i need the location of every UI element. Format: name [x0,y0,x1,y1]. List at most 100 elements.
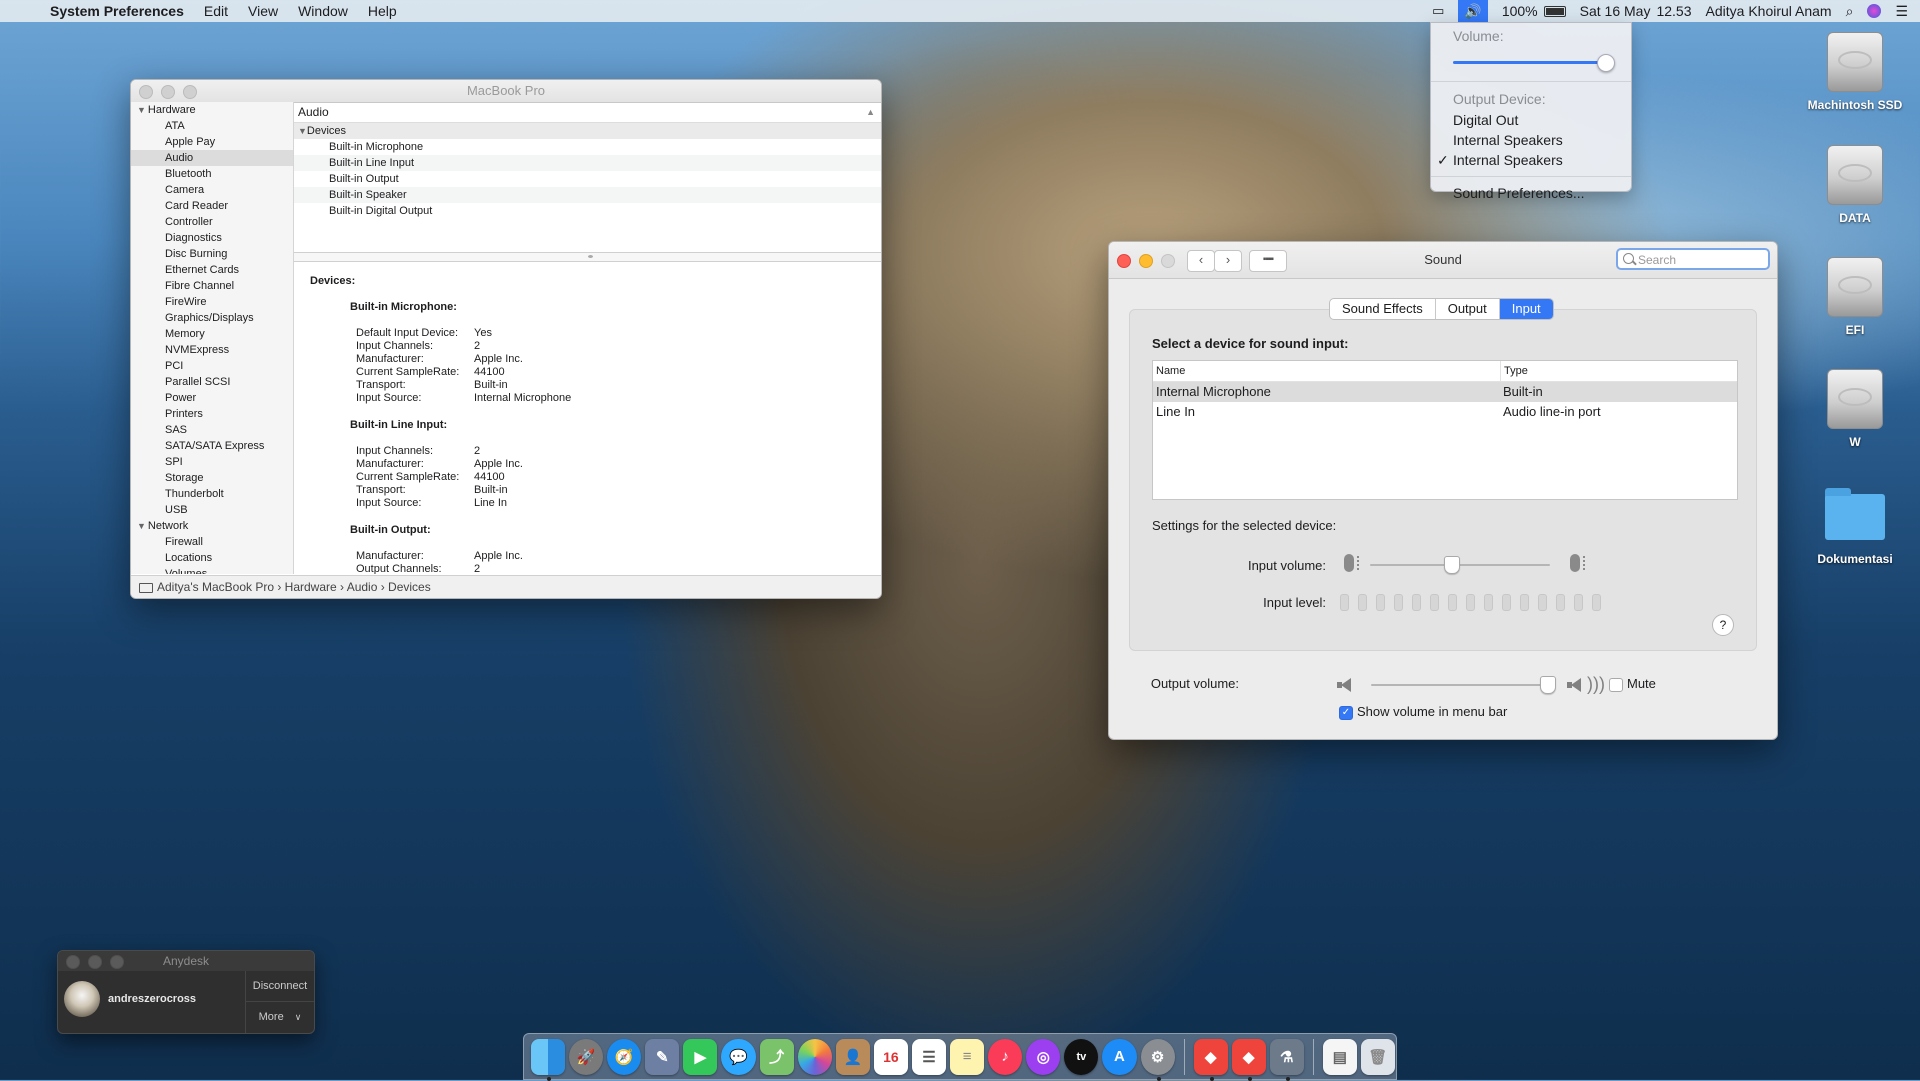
output-volume-knob[interactable] [1540,676,1557,694]
preview-icon[interactable]: ✎ [645,1038,680,1075]
zoom-button[interactable] [1161,254,1175,268]
device-digital-out[interactable]: Digital Out [1431,110,1631,130]
sidebar-item[interactable]: Power [131,390,293,406]
back-button[interactable]: ‹ [1187,250,1215,272]
status-path[interactable]: Aditya's MacBook Pro › Hardware › Audio … [157,580,431,594]
show-volume-checkbox[interactable]: ✓ [1339,706,1353,720]
sidebar-item[interactable]: Volumes [131,566,293,574]
menu-user[interactable]: Aditya Khoirul Anam [1706,3,1832,19]
sidebar-item[interactable]: ATA [131,118,293,134]
desktop-drive-efi[interactable]: EFI [1795,257,1915,337]
tab-sound-effects[interactable]: Sound Effects [1330,299,1436,319]
launchpad-icon[interactable]: 🚀 [569,1038,604,1075]
minimize-button[interactable] [1139,254,1153,268]
zoom-button[interactable] [183,85,197,99]
sidebar-item[interactable]: Printers [131,406,293,422]
more-button[interactable]: More ∨ [246,1002,314,1032]
tab-output[interactable]: Output [1436,299,1500,319]
minimize-button[interactable] [161,85,175,99]
desktop-folder-dokumentasi[interactable]: Dokumentasi [1795,488,1915,566]
table-row[interactable]: Line In Audio line-in port [1153,402,1737,422]
music-icon[interactable]: ♪ [988,1038,1023,1075]
tab-input[interactable]: Input [1499,299,1553,319]
column-name[interactable]: Name [1153,361,1501,381]
spotlight-icon[interactable]: ⌕ [1846,3,1854,20]
input-volume-slider[interactable] [1370,564,1550,566]
maps-icon[interactable]: ⤴ [759,1038,794,1075]
sidebar-item[interactable]: Controller [131,214,293,230]
disconnect-button[interactable]: Disconnect [246,971,314,1002]
sidebar-item[interactable]: Bluetooth [131,166,293,182]
sidebar-group-network[interactable]: ▼ Network [131,518,293,534]
input-volume-knob[interactable] [1444,556,1460,574]
desktop-drive-machintosh-ssd[interactable]: Machintosh SSD [1795,32,1915,112]
minimize-button[interactable] [88,955,102,969]
sidebar-item[interactable]: Thunderbolt [131,486,293,502]
battery-icon[interactable] [1543,5,1566,17]
documents-icon[interactable]: ▤ [1322,1038,1357,1075]
tree-item[interactable]: Built-in Line Input [294,155,881,171]
sidebar-item[interactable]: SAS [131,422,293,438]
sound-preferences-item[interactable]: Sound Preferences... [1431,183,1631,203]
sidebar-item[interactable]: Disc Burning [131,246,293,262]
trash-icon[interactable]: 🗑 [1360,1038,1395,1075]
tree-item[interactable]: Built-in Output [294,171,881,187]
sidebar-item[interactable]: Memory [131,326,293,342]
sidebar-item[interactable]: SATA/SATA Express [131,438,293,454]
messages-icon[interactable]: 💬 [721,1038,756,1075]
volume-menu-icon[interactable]: 🔊 [1458,0,1488,22]
screen-mirroring-icon[interactable]: ▭ [1432,3,1444,19]
finder-icon[interactable] [531,1038,566,1081]
calendar-icon[interactable]: 16 [873,1038,908,1075]
tree-group-devices[interactable]: ▼Devices [294,123,881,139]
tree-item[interactable]: Built-in Speaker [294,187,881,203]
automator-icon[interactable]: ⚗ [1269,1038,1304,1081]
anydesk-secondary-icon[interactable]: ◆ [1231,1038,1266,1081]
sidebar-item[interactable]: Fibre Channel [131,278,293,294]
table-row[interactable]: Internal Microphone Built-in [1153,382,1737,402]
notes-icon[interactable]: ≡ [950,1038,985,1075]
zoom-button[interactable] [110,955,124,969]
volume-knob[interactable] [1597,54,1615,72]
sidebar-item[interactable]: Parallel SCSI [131,374,293,390]
column-type[interactable]: Type [1501,361,1528,381]
photos-icon[interactable] [797,1038,832,1075]
sidebar-item[interactable]: NVMExpress [131,342,293,358]
tree-item[interactable]: Built-in Digital Output [294,203,881,219]
menu-edit[interactable]: Edit [204,3,228,19]
menu-app-name[interactable]: System Preferences [50,3,184,19]
app-store-icon[interactable]: A [1102,1038,1137,1075]
siri-icon[interactable] [1867,4,1882,18]
menu-date[interactable]: Sat 16 May [1580,3,1651,19]
show-all-grid-icon[interactable]: ▪▪▪▪ [1249,250,1287,272]
sidebar-item[interactable]: Apple Pay [131,134,293,150]
menu-view[interactable]: View [248,3,278,19]
tv-icon[interactable]: tv [1064,1038,1099,1075]
menu-help[interactable]: Help [368,3,397,19]
mute-checkbox[interactable] [1609,678,1623,692]
close-button[interactable] [66,955,80,969]
notification-center-icon[interactable]: ☰ [1895,3,1908,20]
sidebar-item[interactable]: Firewall [131,534,293,550]
sidebar-item[interactable]: Storage [131,470,293,486]
sysinfo-titlebar[interactable]: MacBook Pro [131,80,881,103]
sidebar-item[interactable]: Diagnostics [131,230,293,246]
sound-titlebar[interactable]: ‹ › ▪▪▪▪ Sound Search [1109,242,1777,279]
device-internal-speakers-selected[interactable]: ✓ Internal Speakers [1431,150,1631,170]
podcasts-icon[interactable]: ◎ [1026,1038,1061,1075]
safari-icon[interactable]: 🧭 [607,1038,642,1075]
system-preferences-icon[interactable]: ⚙ [1140,1038,1175,1081]
menu-window[interactable]: Window [298,3,348,19]
volume-slider[interactable] [1453,53,1615,73]
facetime-icon[interactable]: ▶ [683,1038,718,1075]
battery-percent[interactable]: 100% [1502,3,1538,19]
sidebar-item[interactable]: USB [131,502,293,518]
close-button[interactable] [1117,254,1131,268]
output-volume-slider[interactable] [1371,684,1551,686]
anydesk-icon[interactable]: ◆ [1193,1038,1228,1081]
sidebar-item[interactable]: PCI [131,358,293,374]
sidebar-item[interactable]: Locations [131,550,293,566]
search-input[interactable]: Search [1616,248,1770,270]
tree-item[interactable]: Built-in Microphone [294,139,881,155]
contacts-icon[interactable]: 👤 [835,1038,870,1075]
